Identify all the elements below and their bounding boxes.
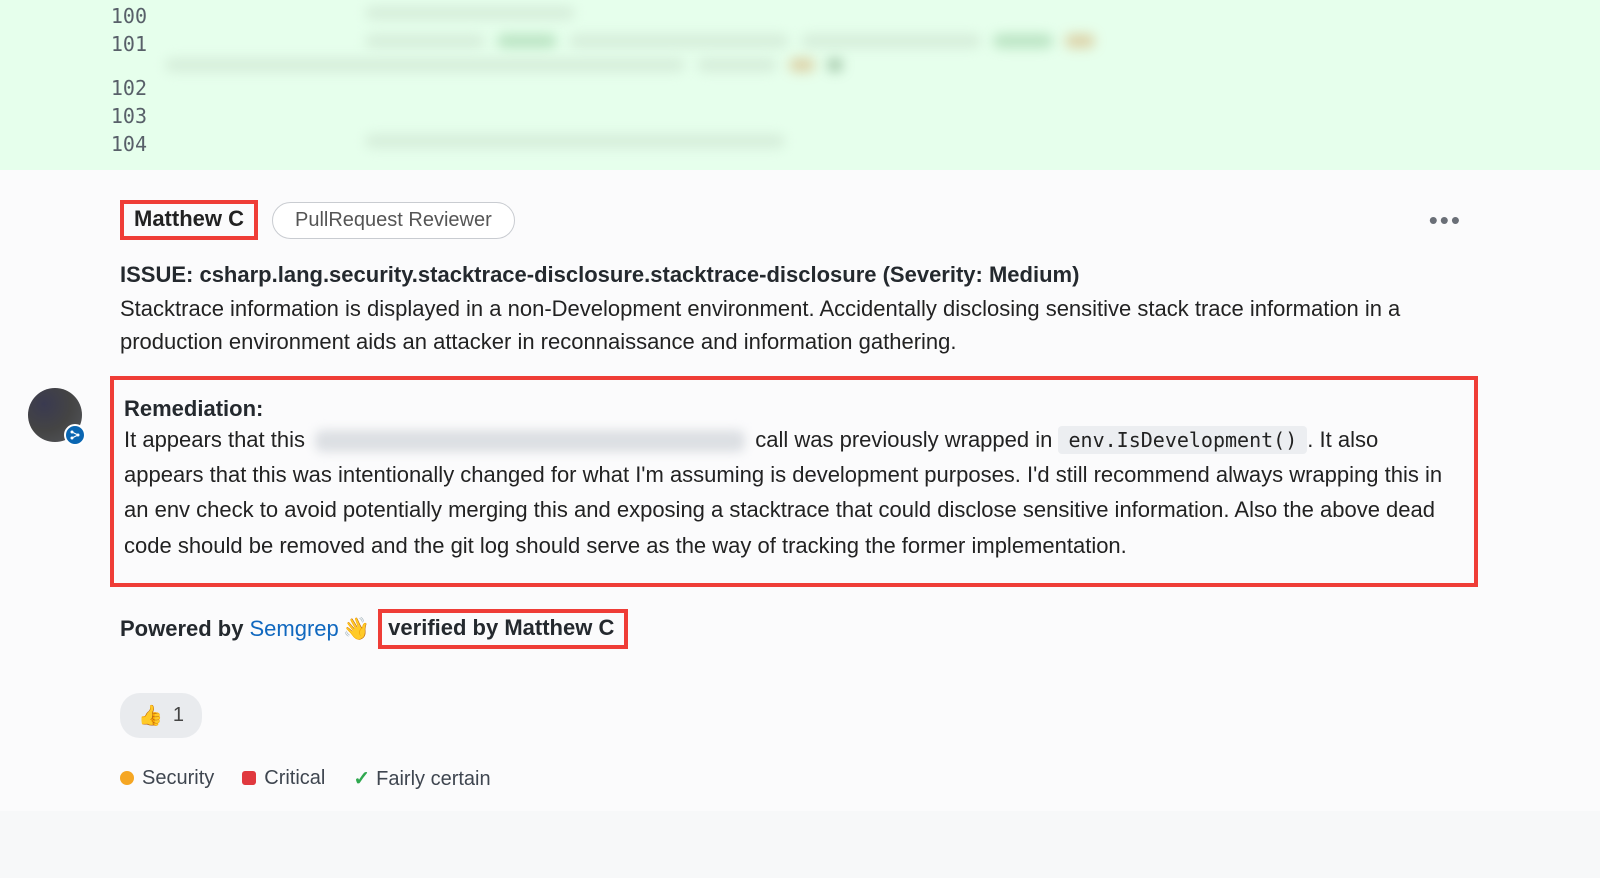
diff-block: 100 101 102 103 [0, 0, 1600, 170]
reaction-count: 1 [173, 704, 184, 727]
line-number: 101 [0, 28, 165, 56]
powered-by-label: Powered by [120, 616, 243, 642]
avatar-badge-icon [64, 424, 86, 446]
tag-fairly-certain: ✓Fairly certain [353, 766, 490, 791]
verified-by-label: verified by Matthew C [378, 609, 628, 649]
wave-icon: 👋 [343, 616, 370, 642]
diff-content [165, 128, 1600, 148]
diff-row: 102 [0, 72, 1600, 100]
issue-title: ISSUE: csharp.lang.security.stacktrace-d… [120, 262, 1470, 288]
tags-row: Security Critical ✓Fairly certain [120, 766, 1470, 791]
redacted-code [315, 430, 745, 452]
comment-container: Matthew C PullRequest Reviewer ••• ISSUE… [0, 170, 1600, 811]
powered-by-row: Powered by Semgrep 👋 verified by Matthew… [120, 609, 1470, 649]
code-inline: env.IsDevelopment() [1058, 426, 1307, 454]
square-icon [242, 771, 256, 785]
dot-icon [120, 771, 134, 785]
diff-content [165, 100, 1600, 106]
diff-content [165, 28, 1600, 72]
diff-row: 100 [0, 0, 1600, 28]
thumbs-up-icon: 👍 [138, 703, 163, 728]
reviewer-badge: PullRequest Reviewer [272, 202, 515, 239]
diff-row: 104 [0, 128, 1600, 156]
line-number: 100 [0, 0, 165, 28]
issue-description: Stacktrace information is displayed in a… [120, 292, 1470, 358]
line-number: 103 [0, 100, 165, 128]
tag-security: Security [120, 767, 214, 790]
semgrep-link[interactable]: Semgrep [249, 616, 338, 642]
avatar[interactable] [28, 388, 82, 442]
reaction-button[interactable]: 👍 1 [120, 693, 202, 738]
remediation-section: Remediation: It appears that this call w… [110, 376, 1478, 587]
tag-critical: Critical [242, 767, 325, 790]
author-row: Matthew C PullRequest Reviewer ••• [120, 200, 1470, 240]
check-icon: ✓ [353, 768, 370, 790]
remediation-title: Remediation: [124, 396, 263, 421]
line-number: 104 [0, 128, 165, 156]
remediation-text: It appears that this call was previously… [124, 422, 1456, 563]
diff-row: 103 [0, 100, 1600, 128]
diff-content [165, 72, 1600, 78]
author-name[interactable]: Matthew C [120, 200, 258, 240]
diff-row: 101 [0, 28, 1600, 72]
diff-content [165, 0, 1600, 20]
more-actions-button[interactable]: ••• [1421, 207, 1470, 233]
line-number: 102 [0, 72, 165, 100]
